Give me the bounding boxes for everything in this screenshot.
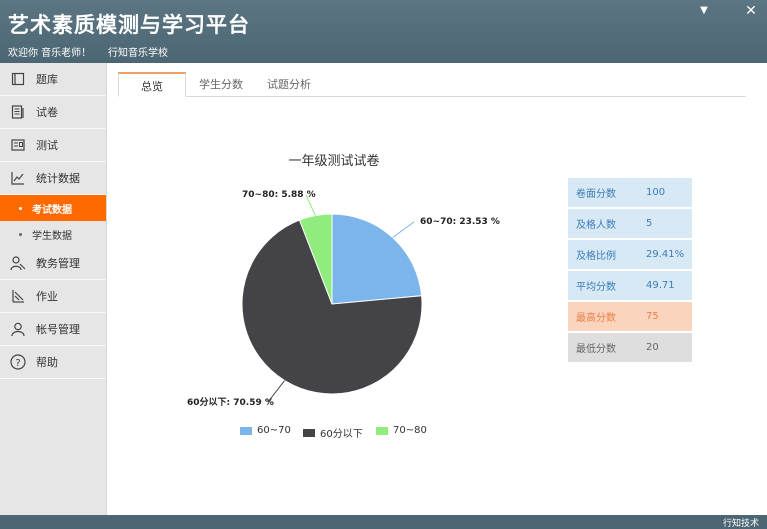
stat-average: 平均分数 49.71: [568, 271, 692, 300]
stat-label: 平均分数: [576, 282, 616, 293]
stat-label: 卷面分数: [576, 189, 616, 200]
stat-lowest: 最低分数 20: [568, 333, 692, 362]
status-bar: 行知技术: [0, 515, 767, 529]
sidebar-item-label: 帮助: [36, 356, 58, 369]
sidebar-item-label: 试卷: [36, 106, 58, 119]
pie-data-label: 60分以下: 70.59 %: [187, 396, 274, 408]
legend-swatch: [303, 428, 315, 437]
sidebar-subitem-label: 考试数据: [32, 204, 72, 216]
svg-text:?: ?: [15, 358, 20, 369]
legend-label: 60分以下: [320, 429, 363, 440]
sidebar-item-label: 测试: [36, 139, 58, 152]
stat-highest: 最高分数 75: [568, 302, 692, 331]
book-icon: [10, 71, 26, 87]
legend-swatch: [240, 426, 252, 435]
sidebar: 题库 试卷 测试 统计数据 考试数据 学生数据 教务管理 作业 帐号管理 ? 帮…: [0, 63, 107, 515]
sidebar-subitem-student-data[interactable]: 学生数据: [0, 221, 106, 247]
close-button[interactable]: ✕: [740, 2, 762, 20]
stat-value: 75: [646, 311, 659, 322]
tab-question-analysis[interactable]: 试题分析: [258, 72, 320, 97]
help-icon: ?: [10, 354, 26, 370]
sidebar-item-label: 帐号管理: [36, 323, 80, 336]
stat-label: 最低分数: [576, 344, 616, 355]
sidebar-item-test[interactable]: 测试: [0, 129, 106, 162]
pie-slice[interactable]: [298, 213, 333, 305]
pie-slice[interactable]: [331, 213, 423, 305]
school-name: 行知音乐学校: [108, 48, 168, 59]
welcome-text: 欢迎你 音乐老师！: [8, 48, 92, 59]
user-icon: [10, 321, 26, 337]
stat-value: 49.71: [646, 280, 675, 291]
bullet-icon: [19, 206, 22, 210]
sidebar-item-papers[interactable]: 试卷: [0, 96, 106, 129]
legend-item[interactable]: 70~80: [376, 425, 427, 436]
pie-label-connector: [305, 194, 316, 216]
stat-label: 及格比例: [576, 251, 616, 262]
bullet-icon: [19, 232, 22, 236]
stat-pass-rate: 及格比例 29.41%: [568, 240, 692, 269]
sidebar-item-statistics[interactable]: 统计数据: [0, 162, 106, 195]
test-icon: [10, 137, 26, 153]
chart-title: 一年级测试试卷: [288, 154, 380, 169]
tab-bar: 总览 学生分数 试题分析: [118, 72, 746, 97]
stat-label: 最高分数: [576, 313, 616, 324]
sidebar-item-label: 题库: [36, 73, 58, 86]
stat-value: 5: [646, 218, 653, 229]
homework-icon: [10, 288, 26, 304]
stat-value: 100: [646, 187, 666, 198]
paper-icon: [10, 104, 26, 120]
title-bar: 艺术素质模测与学习平台 欢迎你 音乐老师！ 行知音乐学校 ▼ ✕: [0, 0, 767, 63]
sidebar-item-accounts[interactable]: 帐号管理: [0, 313, 106, 346]
tab-overview[interactable]: 总览: [118, 72, 186, 97]
stat-value: 20: [646, 342, 659, 353]
sidebar-item-label: 作业: [36, 290, 58, 303]
stat-pass-count: 及格人数 5: [568, 209, 692, 238]
tab-student-scores[interactable]: 学生分数: [190, 72, 252, 97]
sidebar-item-label: 教务管理: [36, 257, 80, 270]
sidebar-item-help[interactable]: ? 帮助: [0, 346, 106, 379]
pie-data-label: 70~80: 5.88 %: [242, 190, 316, 200]
legend-swatch: [376, 426, 388, 435]
app-title: 艺术素质模测与学习平台: [8, 13, 250, 37]
chart-icon: [10, 170, 26, 186]
sidebar-item-question-bank[interactable]: 题库: [0, 63, 106, 96]
sidebar-subitem-exam-data[interactable]: 考试数据: [0, 195, 106, 221]
brand-logo: 行知技术: [722, 519, 759, 529]
sidebar-item-label: 统计数据: [36, 172, 80, 185]
users-icon: [10, 255, 26, 271]
stat-total-score: 卷面分数 100: [568, 178, 692, 207]
legend-item[interactable]: 60~70: [240, 425, 291, 436]
pie-slice[interactable]: [241, 219, 423, 395]
pie-data-label: 60~70: 23.53 %: [420, 217, 500, 227]
pie-label-connector: [267, 380, 286, 403]
legend-label: 70~80: [393, 425, 427, 436]
sidebar-subitem-label: 学生数据: [32, 230, 72, 242]
stat-value: 29.41%: [646, 249, 685, 260]
sidebar-item-homework[interactable]: 作业: [0, 280, 106, 313]
stats-panel: 卷面分数 100 及格人数 5 及格比例 29.41% 平均分数 49.71 最…: [568, 178, 692, 364]
stat-label: 及格人数: [576, 220, 616, 231]
sidebar-item-academic[interactable]: 教务管理: [0, 247, 106, 280]
legend-item[interactable]: 60分以下: [303, 425, 363, 440]
minimize-button[interactable]: ▼: [693, 2, 715, 20]
legend-label: 60~70: [257, 425, 291, 436]
pie-label-connector: [392, 221, 415, 238]
